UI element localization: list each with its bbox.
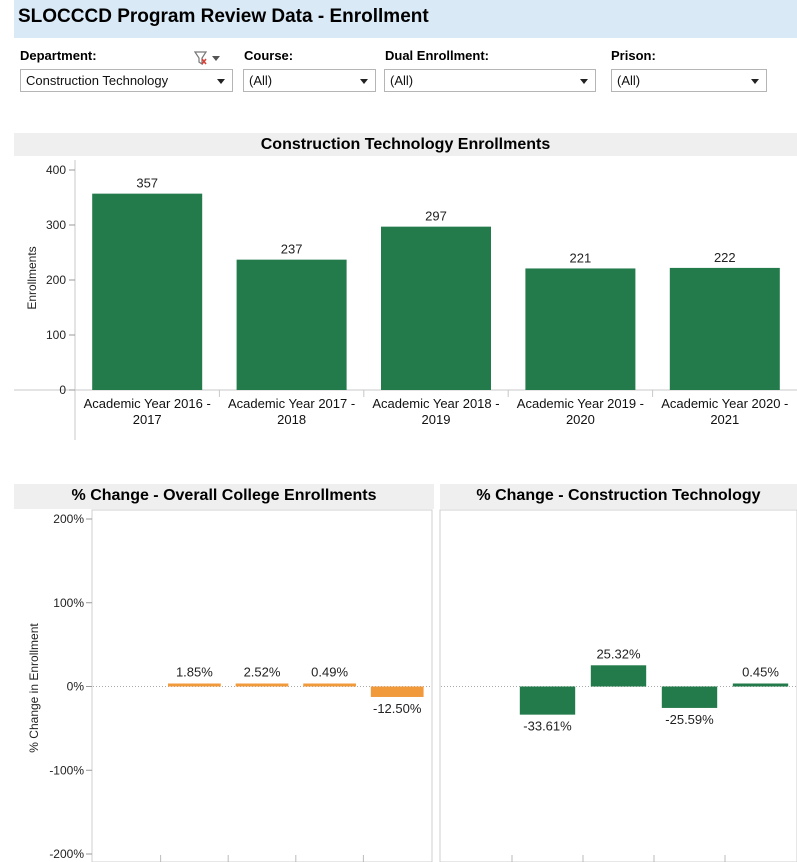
data-label: 297: [425, 209, 447, 224]
data-label: 357: [136, 176, 158, 191]
category-label: 2018: [277, 412, 306, 427]
enrollments-bar-chart: 0 100 200 300 400 Enrollments 357 Academic Year…: [14, 160, 797, 862]
y-tick-label: 0: [59, 383, 66, 397]
y-tick-label: 200: [46, 273, 66, 287]
college-change-bar: [370, 686, 424, 697]
data-label: 25.32%: [596, 646, 641, 661]
college-change-bar: [168, 683, 221, 687]
y-axis-label: % Change in Enrollment: [27, 623, 41, 753]
y-tick-label: 400: [46, 163, 66, 177]
data-label: 0.45%: [742, 665, 779, 680]
college-change-bar: [303, 683, 356, 687]
college-change-bar: [235, 683, 289, 687]
category-label: 2017: [133, 412, 162, 427]
y-tick-label: 100: [46, 328, 66, 342]
bar: [92, 193, 203, 390]
category-label: Academic Year 2018 -: [372, 396, 499, 411]
bar: [381, 226, 491, 390]
category-label: 2019: [422, 412, 451, 427]
category-label: Academic Year 2019 -: [517, 396, 644, 411]
data-label: -25.59%: [665, 712, 714, 727]
y-tick-label: 200%: [53, 512, 84, 526]
bar: [525, 268, 636, 390]
data-label: 2.52%: [244, 665, 281, 680]
y-tick-label: -200%: [49, 847, 84, 861]
category-label: 2020: [566, 412, 595, 427]
data-label: 1.85%: [176, 665, 213, 680]
category-label: Academic Year 2017 -: [228, 396, 355, 411]
y-tick-label: 100%: [53, 596, 84, 610]
bar: [236, 259, 347, 390]
y-axis-label: Enrollments: [25, 246, 39, 309]
data-label: 237: [281, 242, 303, 257]
data-label: -12.50%: [373, 701, 422, 716]
program-change-bar: [661, 686, 718, 708]
category-label: Academic Year 2020 -: [661, 396, 788, 411]
y-tick-label: 0%: [67, 680, 85, 694]
program-change-bar: [519, 686, 576, 715]
category-label: Academic Year 2016 -: [84, 396, 211, 411]
y-tick-label: 300: [46, 218, 66, 232]
data-label: -33.61%: [523, 719, 572, 734]
program-change-bar: [590, 665, 647, 687]
data-label: 222: [714, 250, 736, 265]
data-label: 0.49%: [311, 665, 348, 680]
program-change-bar: [732, 683, 789, 687]
category-label: 2021: [710, 412, 739, 427]
data-label: 221: [570, 250, 592, 265]
bar: [669, 267, 780, 390]
y-tick-label: -100%: [49, 763, 84, 777]
